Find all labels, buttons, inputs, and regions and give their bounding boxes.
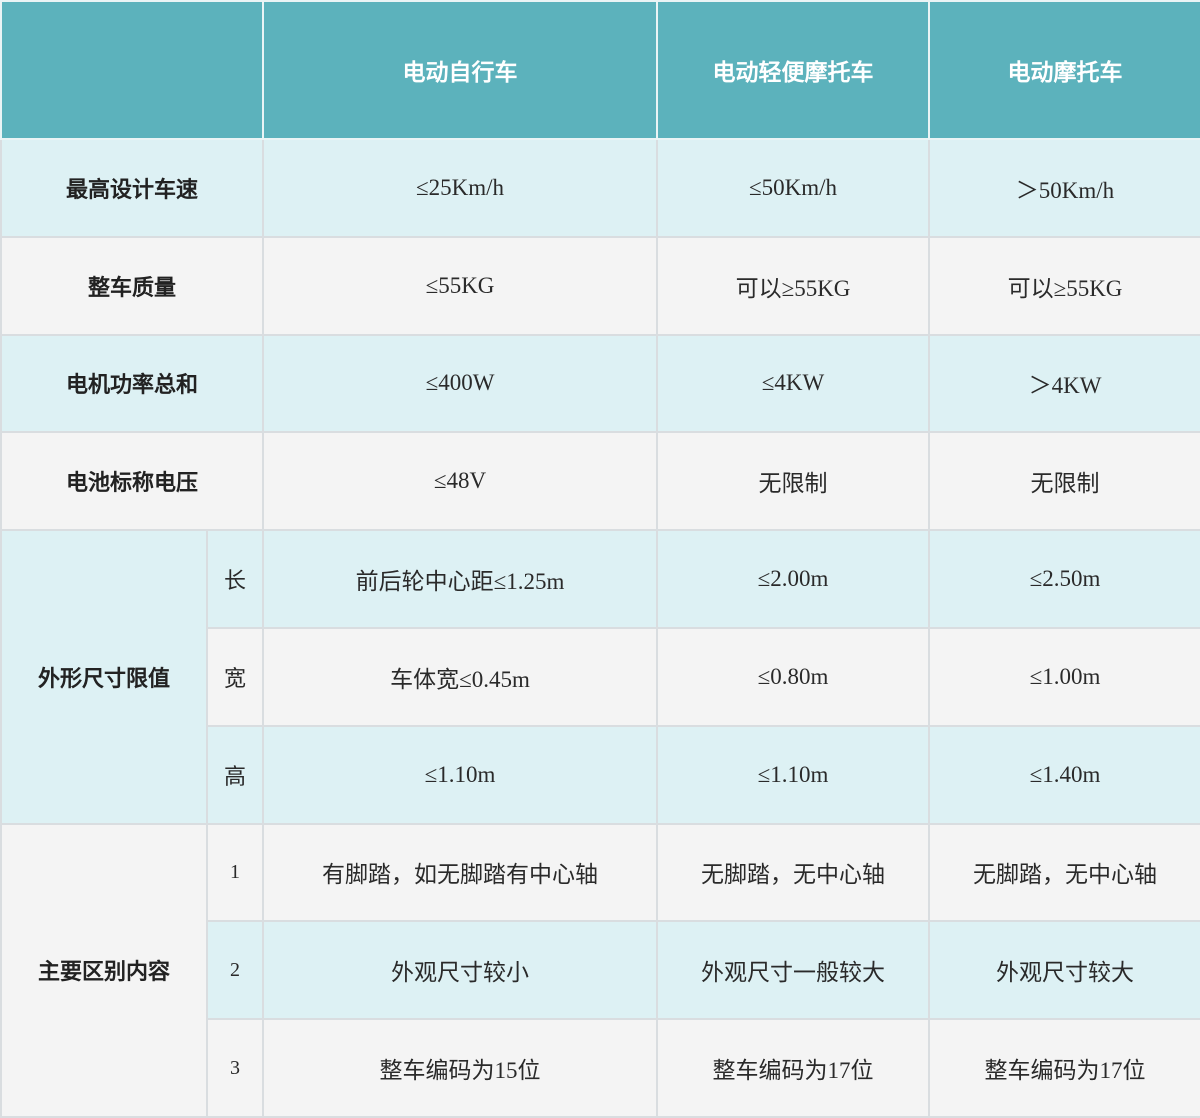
row-max-speed: 最高设计车速 ≤25Km/h ≤50Km/h ＞50Km/h [0, 138, 1200, 238]
group-label-differences: 主要区别内容 [0, 822, 208, 1118]
comparison-table: 电动自行车 电动轻便摩托车 电动摩托车 最高设计车速 ≤25Km/h ≤50Km… [0, 0, 1200, 1118]
cell-value: 可以≥55KG [928, 235, 1200, 336]
sub-label: 宽 [206, 626, 264, 727]
row-label: 电机功率总和 [0, 333, 264, 434]
group-label-dimensions: 外形尺寸限值 [0, 529, 208, 825]
cell-value: 无脚踏，无中心轴 [656, 822, 930, 923]
cell-value: 外观尺寸较大 [928, 920, 1200, 1021]
cell-value: 整车编码为15位 [262, 1018, 658, 1118]
cell-value: 无限制 [928, 431, 1200, 532]
sub-label: 2 [206, 920, 264, 1021]
cell-value: ≤4KW [656, 333, 930, 434]
cell-value: 整车编码为17位 [656, 1018, 930, 1118]
row-label: 最高设计车速 [0, 138, 264, 238]
sub-label: 高 [206, 724, 264, 825]
sub-label: 1 [206, 822, 264, 923]
row-dim-length: 外形尺寸限值 长 前后轮中心距≤1.25m ≤2.00m ≤2.50m [0, 529, 1200, 825]
header-e-bike: 电动自行车 [262, 0, 658, 140]
cell-value: 前后轮中心距≤1.25m [262, 529, 658, 629]
row-battery-voltage: 电池标称电压 ≤48V 无限制 无限制 [0, 431, 1200, 532]
cell-value: 无限制 [656, 431, 930, 532]
cell-value: ≤0.80m [656, 626, 930, 727]
cell-value: 外观尺寸较小 [262, 920, 658, 1021]
cell-value: ≤1.00m [928, 626, 1200, 727]
cell-value: ≤25Km/h [262, 138, 658, 238]
header-corner [0, 0, 264, 140]
cell-value: ≤1.10m [262, 724, 658, 825]
cell-value: ≤2.00m [656, 529, 930, 629]
row-motor-power: 电机功率总和 ≤400W ≤4KW ＞4KW [0, 333, 1200, 434]
cell-value: 可以≥55KG [656, 235, 930, 336]
sub-label: 3 [206, 1018, 264, 1118]
cell-value: ≤55KG [262, 235, 658, 336]
cell-value: ≤2.50m [928, 529, 1200, 629]
row-diff-1: 主要区别内容 1 有脚踏，如无脚踏有中心轴 无脚踏，无中心轴 无脚踏，无中心轴 [0, 822, 1200, 1118]
header-e-motorcycle: 电动摩托车 [928, 0, 1200, 140]
row-label: 电池标称电压 [0, 431, 264, 532]
cell-value: ＞4KW [928, 333, 1200, 434]
cell-value: 外观尺寸一般较大 [656, 920, 930, 1021]
cell-value: ≤50Km/h [656, 138, 930, 238]
cell-value: ≤1.10m [656, 724, 930, 825]
cell-value: ＞50Km/h [928, 138, 1200, 238]
cell-value: ≤48V [262, 431, 658, 532]
header-e-moped: 电动轻便摩托车 [656, 0, 930, 140]
cell-value: ≤400W [262, 333, 658, 434]
sub-label: 长 [206, 529, 264, 629]
row-vehicle-mass: 整车质量 ≤55KG 可以≥55KG 可以≥55KG [0, 235, 1200, 336]
cell-value: 车体宽≤0.45m [262, 626, 658, 727]
cell-value: ≤1.40m [928, 724, 1200, 825]
cell-value: 有脚踏，如无脚踏有中心轴 [262, 822, 658, 923]
cell-value: 整车编码为17位 [928, 1018, 1200, 1118]
header-row: 电动自行车 电动轻便摩托车 电动摩托车 [0, 0, 1200, 140]
row-label: 整车质量 [0, 235, 264, 336]
cell-value: 无脚踏，无中心轴 [928, 822, 1200, 923]
